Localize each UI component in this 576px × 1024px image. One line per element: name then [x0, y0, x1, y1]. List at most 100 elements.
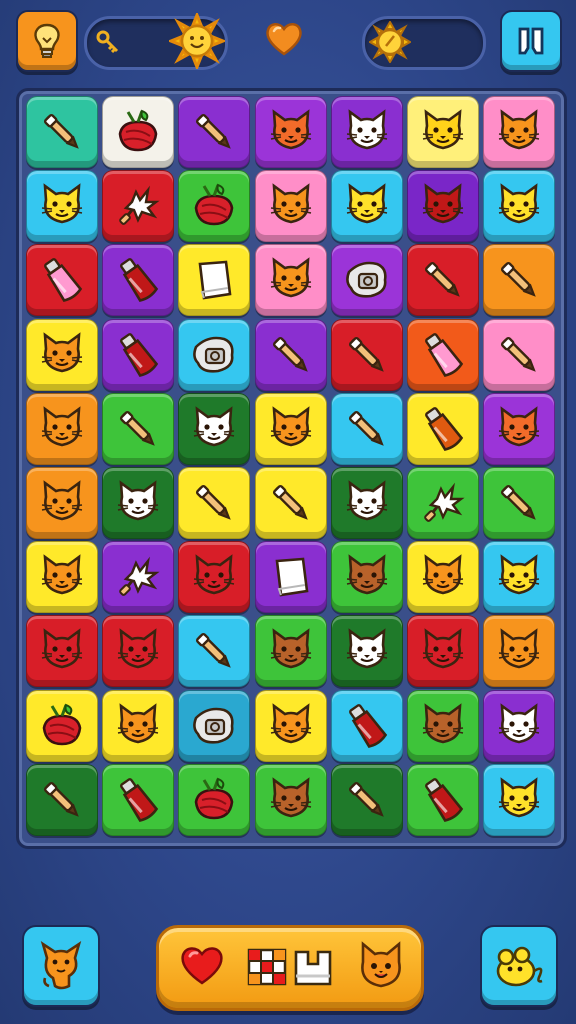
tile-r1-c0[interactable] — [26, 170, 98, 243]
tile-r2-c2[interactable] — [178, 244, 251, 317]
tile-r1-c2[interactable] — [178, 170, 251, 243]
tile-r4-c0[interactable] — [26, 392, 98, 465]
tile-r2-c5[interactable] — [407, 244, 479, 317]
tile-r5-c0[interactable] — [26, 467, 98, 539]
left-counter — [84, 13, 228, 70]
tile-r5-c4[interactable] — [330, 467, 403, 539]
tile-r9-c2[interactable] — [178, 763, 251, 836]
cat-icon — [499, 554, 540, 595]
tile-r1-c6[interactable] — [483, 170, 556, 243]
bottle-icon — [348, 703, 387, 748]
pause-button[interactable] — [500, 10, 562, 72]
tile-r4-c2[interactable] — [178, 392, 251, 465]
cat-icon — [499, 406, 540, 447]
tile-r6-c0[interactable] — [26, 541, 98, 614]
tile-r0-c4[interactable] — [330, 96, 403, 168]
tile-r9-c5[interactable] — [407, 763, 479, 836]
lightbulb-icon — [34, 23, 60, 58]
cat-icon — [118, 628, 159, 669]
tile-r6-c3[interactable] — [254, 541, 327, 614]
cat-ability-button[interactable] — [22, 925, 100, 1007]
berry-icon — [42, 703, 82, 745]
toy-icon — [193, 336, 235, 373]
tile-r1-c5[interactable] — [407, 170, 479, 243]
tile-r5-c1[interactable] — [102, 467, 175, 539]
tile-r0-c0[interactable] — [26, 96, 98, 168]
berry-icon — [195, 777, 234, 820]
mouse-toy-button[interactable] — [480, 925, 558, 1007]
tile-r7-c6[interactable] — [483, 615, 556, 688]
tile-r7-c4[interactable] — [330, 615, 403, 688]
tile-r2-c3[interactable] — [254, 244, 327, 317]
tile-r3-c2[interactable] — [178, 318, 251, 391]
tile-r1-c3[interactable] — [254, 170, 327, 243]
cat-icon — [270, 702, 311, 743]
tile-r5-c5[interactable] — [407, 467, 479, 539]
tile-r3-c4[interactable] — [330, 318, 403, 391]
tile-r8-c4[interactable] — [330, 689, 403, 762]
bottle-icon — [44, 258, 83, 303]
tile-r2-c1[interactable] — [102, 244, 175, 317]
tile-r1-c4[interactable] — [330, 170, 403, 243]
tile-r4-c6[interactable] — [483, 392, 556, 465]
tile-r3-c3[interactable] — [254, 318, 327, 391]
tile-r2-c0[interactable] — [26, 244, 98, 317]
tile-r0-c1[interactable] — [102, 96, 175, 168]
cat-face-icon[interactable] — [355, 940, 407, 992]
tile-r6-c4[interactable] — [330, 541, 403, 614]
tile-r0-c5[interactable] — [407, 96, 479, 168]
tile-r7-c0[interactable] — [26, 615, 98, 688]
cat-icon — [422, 109, 464, 150]
tile-r3-c0[interactable] — [26, 318, 98, 391]
cat-icon — [346, 183, 387, 224]
paintbrush-icon — [120, 410, 155, 446]
tile-r4-c4[interactable] — [330, 392, 403, 465]
tile-r2-c6[interactable] — [483, 244, 556, 317]
tile-r4-c3[interactable] — [254, 392, 327, 465]
tile-r7-c5[interactable] — [407, 615, 479, 688]
tile-r0-c3[interactable] — [254, 96, 327, 168]
tile-r4-c1[interactable] — [102, 392, 175, 465]
tile-r0-c6[interactable] — [483, 96, 556, 168]
tile-r3-c5[interactable] — [407, 318, 479, 391]
tile-r8-c5[interactable] — [407, 689, 479, 762]
cat-icon — [270, 777, 311, 818]
tile-r3-c6[interactable] — [483, 318, 556, 391]
cat-icon — [270, 183, 311, 224]
cat-icon — [422, 183, 464, 224]
paintbrush-icon — [348, 410, 384, 446]
paintbrush-icon — [272, 336, 308, 372]
tile-r7-c3[interactable] — [254, 615, 327, 688]
paintbrush-icon — [348, 781, 384, 817]
tile-r4-c5[interactable] — [407, 392, 479, 465]
tile-r8-c0[interactable] — [26, 689, 98, 762]
tile-r9-c6[interactable] — [483, 763, 556, 836]
tile-r1-c1[interactable] — [102, 170, 175, 243]
grid-icon[interactable] — [247, 948, 287, 986]
tile-r9-c1[interactable] — [102, 763, 175, 836]
tile-r6-c1[interactable] — [102, 541, 175, 614]
tile-r9-c0[interactable] — [26, 763, 98, 836]
tile-r0-c2[interactable] — [178, 96, 251, 168]
tile-r2-c4[interactable] — [330, 244, 403, 317]
tile-r9-c3[interactable] — [254, 763, 327, 836]
cat-icon — [346, 554, 387, 595]
tile-r6-c5[interactable] — [407, 541, 479, 614]
tile-r9-c4[interactable] — [330, 763, 403, 836]
tile-r8-c6[interactable] — [483, 689, 556, 762]
tile-r5-c2[interactable] — [178, 467, 251, 539]
box-icon[interactable] — [293, 946, 333, 988]
tile-r8-c2[interactable] — [178, 689, 251, 762]
tile-r7-c2[interactable] — [178, 615, 251, 688]
tile-r8-c3[interactable] — [254, 689, 327, 762]
tile-r7-c1[interactable] — [102, 615, 175, 688]
tile-r5-c3[interactable] — [254, 467, 327, 539]
tile-r6-c6[interactable] — [483, 541, 556, 614]
tile-r8-c1[interactable] — [102, 689, 175, 762]
tile-r6-c2[interactable] — [178, 541, 251, 614]
tile-r3-c1[interactable] — [102, 318, 175, 391]
heart-icon[interactable] — [179, 944, 225, 986]
hint-button[interactable] — [16, 10, 78, 72]
cat-icon — [270, 109, 311, 150]
tile-r5-c6[interactable] — [483, 467, 556, 539]
